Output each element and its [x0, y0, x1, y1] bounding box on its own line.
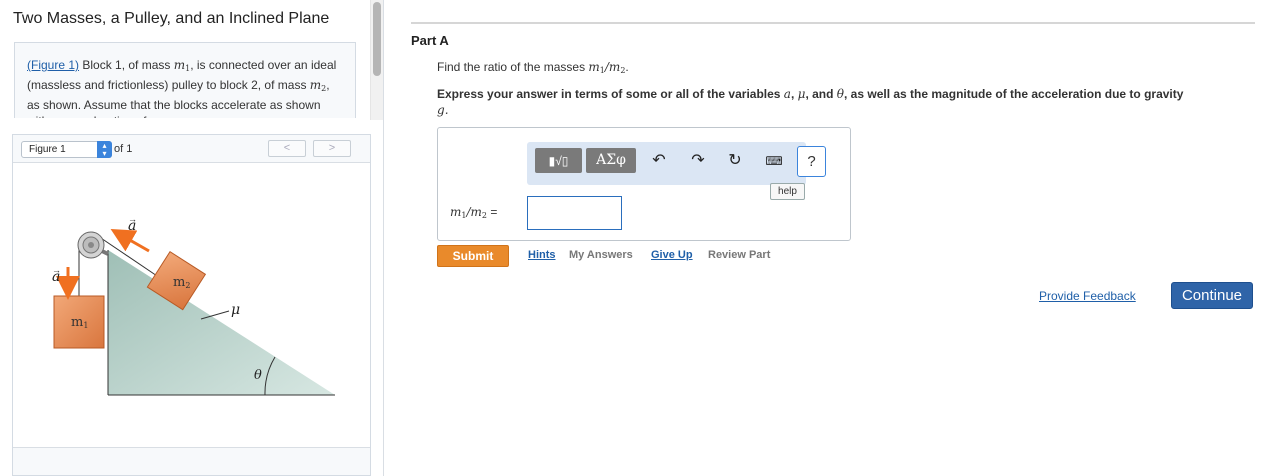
give-up-link[interactable]: Give Up — [651, 249, 693, 261]
answer-input[interactable] — [527, 196, 622, 230]
math-toolbar: ▮√▯ ΑΣφ ↶ ↷ ↻ ⌨ — [527, 142, 806, 185]
mass1-label: m1 — [71, 315, 89, 330]
accel-arrow-incline — [110, 229, 150, 253]
templates-icon: ▮√▯ — [548, 154, 569, 168]
mass2-label: m2 — [173, 275, 191, 290]
reset-icon[interactable]: ↻ — [724, 150, 746, 172]
answer-box: ▮√▯ ΑΣφ ↶ ↷ ↻ ⌨ ? help m1/m2 = — [437, 127, 851, 241]
mass1-var: m1 — [173, 58, 191, 73]
figure-panel: Figure 1 ▴ ▾ of 1 < > a → a → m1 m2 μ θ — [12, 134, 371, 476]
next-figure-button[interactable]: > — [313, 140, 351, 157]
question-text: Find the ratio of the masses m1/m2. — [437, 60, 629, 75]
pane-divider — [383, 0, 384, 476]
mu-label: μ — [231, 302, 241, 318]
description-text-1: Block 1, of mass — [79, 58, 174, 72]
undo-icon[interactable]: ↶ — [648, 150, 670, 172]
templates-button[interactable]: ▮√▯ — [535, 148, 582, 173]
greek-symbols-button[interactable]: ΑΣφ — [586, 148, 636, 173]
answer-instructions: Express your answer in terms of some or … — [437, 87, 1184, 117]
provide-feedback-link[interactable]: Provide Feedback — [1039, 289, 1136, 303]
incline-plane — [108, 250, 335, 395]
select-arrows-icon: ▴ ▾ — [97, 141, 112, 158]
keyboard-icon[interactable]: ⌨ — [763, 150, 785, 172]
figure-toolbar: Figure 1 ▴ ▾ of 1 < > — [13, 135, 370, 163]
submit-button[interactable]: Submit — [437, 245, 509, 267]
help-button[interactable]: ? — [797, 146, 826, 177]
prev-figure-button[interactable]: < — [268, 140, 306, 157]
answer-label: m1/m2 = — [450, 205, 498, 220]
figure-link[interactable]: (Figure 1) — [27, 58, 79, 72]
redo-icon[interactable]: ↷ — [687, 150, 709, 172]
continue-button[interactable]: Continue — [1171, 282, 1253, 309]
vector-arrow-left-icon: → — [52, 265, 61, 275]
pulley-icon — [77, 231, 105, 259]
hints-link[interactable]: Hints — [528, 249, 556, 261]
figure-count: of 1 — [114, 143, 133, 155]
description-scrollbar[interactable] — [370, 0, 383, 120]
scrollbar-thumb[interactable] — [373, 2, 381, 76]
theta-label: θ — [254, 368, 262, 383]
top-rule — [411, 22, 1255, 24]
page-title: Two Masses, a Pulley, and an Inclined Pl… — [13, 10, 330, 27]
problem-description: (Figure 1) Block 1, of mass m1, is conne… — [14, 42, 356, 118]
review-part-link[interactable]: Review Part — [708, 249, 770, 261]
figure-select[interactable]: Figure 1 ▴ ▾ — [21, 141, 112, 158]
figure-diagram — [53, 229, 335, 396]
vector-arrow-top-icon: → — [128, 214, 137, 224]
figure-footer — [13, 447, 370, 475]
mass2-var: m2 — [309, 78, 327, 93]
my-answers-link[interactable]: My Answers — [569, 249, 633, 261]
help-tooltip: help — [770, 183, 805, 200]
part-title: Part A — [411, 33, 449, 48]
